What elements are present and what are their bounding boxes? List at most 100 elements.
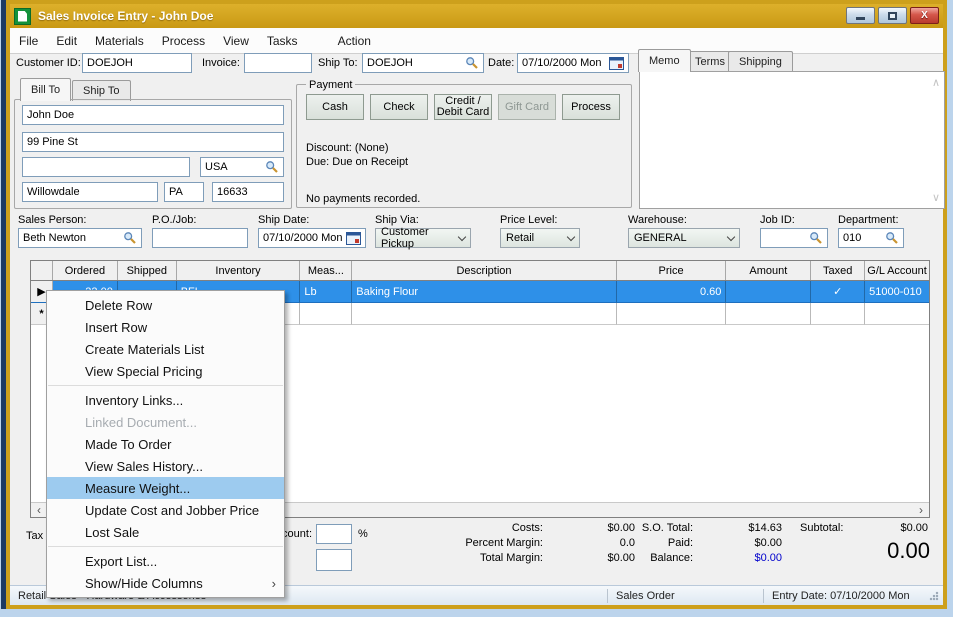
- discount-percent-field[interactable]: [316, 524, 352, 544]
- close-button[interactable]: X: [910, 7, 939, 24]
- ctx-made-to-order[interactable]: Made To Order: [47, 433, 284, 455]
- price-level-select[interactable]: Retail: [500, 228, 580, 248]
- resize-grip[interactable]: [929, 590, 939, 601]
- ctx-insert-row[interactable]: Insert Row: [47, 316, 284, 338]
- cell-price[interactable]: 0.60: [616, 281, 727, 303]
- menu-tasks[interactable]: Tasks: [258, 30, 307, 52]
- taxed-check-icon[interactable]: ✓: [811, 281, 866, 303]
- ctx-inventory-links[interactable]: Inventory Links...: [47, 389, 284, 411]
- grid-header-description[interactable]: Description: [352, 261, 617, 280]
- ship-to-label: Ship To:: [318, 57, 358, 69]
- chevron-down-icon: [457, 232, 467, 241]
- sales-invoice-entry-window: Sales Invoice Entry - John Doe X File Ed…: [6, 0, 947, 609]
- job-id-lookup-icon[interactable]: [809, 231, 823, 245]
- ctx-measure-weight[interactable]: Measure Weight...: [47, 477, 284, 499]
- menu-action[interactable]: Action: [329, 30, 380, 52]
- ship-to-lookup-icon[interactable]: [465, 56, 479, 70]
- tab-bill-to[interactable]: Bill To: [20, 78, 72, 101]
- menu-file[interactable]: File: [10, 30, 47, 52]
- address-city-field[interactable]: Willowdale: [22, 182, 158, 202]
- payment-status-line: No payments recorded.: [306, 193, 421, 205]
- minimize-button[interactable]: [846, 7, 875, 24]
- menu-materials[interactable]: Materials: [86, 30, 153, 52]
- paid-value: $0.00: [754, 537, 782, 549]
- cell-price[interactable]: [616, 303, 727, 325]
- discount-amount-field[interactable]: [316, 549, 352, 571]
- grid-header-gl-account[interactable]: G/L Account: [865, 261, 929, 280]
- ctx-view-sales-history[interactable]: View Sales History...: [47, 455, 284, 477]
- grid-header-shipped[interactable]: Shipped: [118, 261, 177, 280]
- grid-header-price[interactable]: Price: [617, 261, 727, 280]
- sales-person-lookup-icon[interactable]: [123, 231, 137, 245]
- scroll-down-icon[interactable]: ∨: [932, 191, 940, 204]
- memo-textarea[interactable]: ∧ ∨: [639, 71, 945, 209]
- ctx-create-materials-list[interactable]: Create Materials List: [47, 338, 284, 360]
- calendar-icon[interactable]: [609, 56, 624, 70]
- cell-taxed[interactable]: [811, 303, 866, 325]
- country-lookup-icon[interactable]: [265, 160, 279, 174]
- scroll-right-icon[interactable]: ›: [913, 503, 929, 517]
- title-bar[interactable]: Sales Invoice Entry - John Doe X: [10, 4, 943, 28]
- scroll-up-icon[interactable]: ∧: [932, 76, 940, 89]
- menu-view[interactable]: View: [214, 30, 258, 52]
- grand-total-value: 0.00: [887, 538, 930, 563]
- job-id-field[interactable]: [760, 228, 828, 248]
- tab-ship-to[interactable]: Ship To: [72, 80, 131, 101]
- invoice-field[interactable]: [244, 53, 312, 73]
- cell-amount[interactable]: [726, 303, 812, 325]
- date-field[interactable]: 07/10/2000 Mon: [517, 53, 629, 73]
- ship-date-calendar-icon[interactable]: [346, 231, 361, 245]
- address-street-field[interactable]: 99 Pine St: [22, 132, 284, 152]
- ctx-lost-sale[interactable]: Lost Sale: [47, 521, 284, 543]
- menu-process[interactable]: Process: [153, 30, 214, 52]
- grid-header-meas[interactable]: Meas...: [300, 261, 353, 280]
- ctx-show-hide-columns[interactable]: Show/Hide Columns ›: [47, 572, 284, 594]
- ctx-update-cost-jobber-price[interactable]: Update Cost and Jobber Price: [47, 499, 284, 521]
- payment-group-title: Payment: [306, 79, 356, 91]
- sales-person-field[interactable]: Beth Newton: [18, 228, 142, 248]
- grid-header-inventory[interactable]: Inventory: [177, 261, 301, 280]
- cell-description[interactable]: [352, 303, 617, 325]
- restore-button[interactable]: [878, 7, 907, 24]
- address-country-field[interactable]: USA: [200, 157, 284, 177]
- po-job-field[interactable]: [152, 228, 248, 248]
- address-zip-field[interactable]: 16633: [212, 182, 284, 202]
- grid-header-marker: [31, 261, 53, 280]
- status-middle: Sales Order: [616, 589, 675, 602]
- ctx-delete-row[interactable]: Delete Row: [47, 294, 284, 316]
- ship-to-field[interactable]: DOEJOH: [362, 53, 484, 73]
- tab-memo[interactable]: Memo: [638, 49, 691, 72]
- tab-shipping[interactable]: Shipping: [728, 51, 793, 72]
- grid-header-taxed[interactable]: Taxed: [811, 261, 866, 280]
- warehouse-select[interactable]: GENERAL: [628, 228, 740, 248]
- cash-button[interactable]: Cash: [306, 94, 364, 120]
- menu-edit[interactable]: Edit: [47, 30, 86, 52]
- ctx-linked-document: Linked Document...: [85, 414, 198, 430]
- ctx-export-list[interactable]: Export List...: [47, 550, 284, 572]
- cell-meas[interactable]: Lb: [300, 281, 353, 303]
- ctx-view-special-pricing[interactable]: View Special Pricing: [47, 360, 284, 382]
- ship-date-field[interactable]: 07/10/2000 Mon: [258, 228, 366, 248]
- grid-header-ordered[interactable]: Ordered: [53, 261, 118, 280]
- scroll-left-icon[interactable]: ‹: [31, 503, 47, 517]
- grid-header-amount[interactable]: Amount: [726, 261, 812, 280]
- cell-gl-account[interactable]: [865, 303, 929, 325]
- gift-card-button[interactable]: Gift Card: [498, 94, 556, 120]
- po-job-label: P.O./Job:: [152, 214, 197, 226]
- cell-meas[interactable]: [300, 303, 353, 325]
- job-id-label: Job ID:: [760, 214, 795, 226]
- address-line3-field[interactable]: [22, 157, 190, 177]
- department-field[interactable]: 010: [838, 228, 904, 248]
- check-button[interactable]: Check: [370, 94, 428, 120]
- address-name-field[interactable]: John Doe: [22, 105, 284, 125]
- customer-id-field[interactable]: DOEJOH: [82, 53, 192, 73]
- cell-amount[interactable]: [726, 281, 812, 303]
- process-button[interactable]: Process: [562, 94, 620, 120]
- cell-gl-account[interactable]: 51000-010: [865, 281, 929, 303]
- cell-description[interactable]: Baking Flour: [352, 281, 617, 303]
- department-lookup-icon[interactable]: [885, 231, 899, 245]
- window-title: Sales Invoice Entry - John Doe: [38, 9, 214, 23]
- credit-debit-button[interactable]: Credit / Debit Card: [434, 94, 492, 120]
- ship-via-select[interactable]: Customer Pickup: [375, 226, 471, 250]
- address-state-field[interactable]: PA: [164, 182, 204, 202]
